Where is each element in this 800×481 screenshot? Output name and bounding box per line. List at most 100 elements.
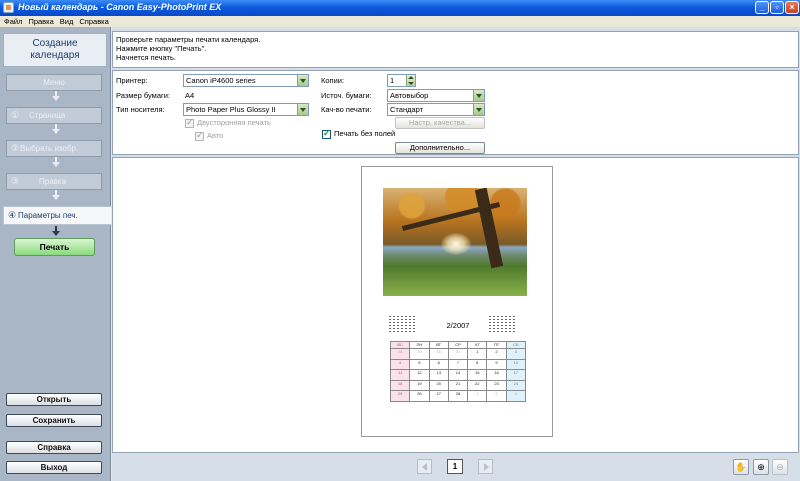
calendar-day-cell: 29 xyxy=(409,348,430,360)
printer-select[interactable]: Canon iP4600 series xyxy=(183,74,309,87)
paper-source-value: Автовыбор xyxy=(390,91,429,100)
calendar-day-cell: 25 xyxy=(389,390,411,402)
calendar-day-cell: 1 xyxy=(467,348,488,360)
save-button[interactable]: Сохранить xyxy=(6,414,102,427)
calendar-day-cell: 1 xyxy=(467,390,488,402)
step-number: ③ xyxy=(11,176,20,186)
exit-button[interactable]: Выход xyxy=(6,461,102,474)
copies-stepper[interactable]: 1 xyxy=(387,74,416,87)
main-area: Проверьте параметры печати календаря. На… xyxy=(112,27,800,481)
calendar-day-cell: 19 xyxy=(409,379,430,392)
media-type-select[interactable]: Photo Paper Plus Glossy II xyxy=(183,103,309,116)
paper-source-select[interactable]: Автовыбор xyxy=(387,89,485,102)
quality-select[interactable]: Стандарт xyxy=(387,103,485,116)
calendar-week-row: 25 26 27 28 1 2 3 xyxy=(389,390,527,402)
calendar-day-cell: 7 xyxy=(447,358,469,371)
zoom-out-icon[interactable]: ⊖ xyxy=(772,459,788,475)
chevron-left-icon[interactable] xyxy=(417,459,432,474)
calendar-day-cell: 13 xyxy=(428,369,449,381)
instructions-panel: Проверьте параметры печати календаря. На… xyxy=(112,31,799,68)
open-button[interactable]: Открыть xyxy=(6,393,102,406)
calendar-day-cell: 17 xyxy=(505,369,527,381)
print-settings-panel: Принтер: Canon iP4600 series Размер бума… xyxy=(112,70,799,155)
step-page[interactable]: ① Страница xyxy=(6,107,102,124)
chevron-down-icon[interactable] xyxy=(473,104,484,115)
borderless-label: Печать без полей xyxy=(334,129,396,138)
calendar-photo xyxy=(383,188,527,296)
menu-help[interactable]: Справка xyxy=(76,16,111,27)
maximize-button[interactable]: ▫ xyxy=(770,1,784,14)
page-number[interactable]: 1 xyxy=(447,459,463,474)
bottom-toolbar: 1 ✋ ⊕ ⊖ xyxy=(112,455,800,481)
advanced-button[interactable]: Дополнительно... xyxy=(395,142,485,154)
calendar-day-cell: 16 xyxy=(486,369,507,381)
copies-label: Копии: xyxy=(321,76,345,85)
title-bar: Новый календарь - Canon Easy-PhotoPrint … xyxy=(0,0,800,16)
weekday-header: ВТ xyxy=(428,341,449,349)
step-menu[interactable]: Меню xyxy=(6,74,102,91)
calendar-week-row: 4 5 6 7 8 9 10 xyxy=(389,358,527,371)
menu-edit[interactable]: Правка xyxy=(25,16,56,27)
copies-value: 1 xyxy=(390,76,395,85)
printer-value: Canon iP4600 series xyxy=(186,76,256,85)
spinner-icon[interactable] xyxy=(406,75,415,86)
close-button[interactable]: × xyxy=(785,1,799,14)
quality-settings-button[interactable]: Настр. качества... xyxy=(395,117,485,129)
window-title: Новый календарь - Canon Easy-PhotoPrint … xyxy=(18,2,222,12)
calendar-week-row: 28 29 30 31 1 2 3 xyxy=(389,348,527,360)
calendar-day-cell: 28 xyxy=(389,348,411,360)
calendar-week-row: 11 12 13 14 15 16 17 xyxy=(389,369,527,381)
calendar-day-cell: 30 xyxy=(428,348,449,360)
weekday-header-row: ВС ПН ВТ СР ЧТ ПТ СБ xyxy=(389,341,527,349)
print-button[interactable]: Печать xyxy=(14,238,95,256)
step-arrow xyxy=(52,190,60,200)
duplex-checkbox[interactable] xyxy=(185,117,194,128)
calendar-day-cell: 5 xyxy=(409,358,430,371)
weekday-header: ЧТ xyxy=(467,341,488,349)
sidebar-title-line2: календаря xyxy=(30,50,80,61)
calendar-day-cell: 26 xyxy=(409,390,430,402)
calendar-day-cell: 22 xyxy=(467,379,488,392)
media-type-label: Тип носителя: xyxy=(116,105,165,114)
preview-area: 2/2007 ВС ПН ВТ СР ЧТ ПТ СБ 28 29 30 31 1 2 3 4 5 6 7 8 9 10… xyxy=(112,157,799,453)
menu-view[interactable]: Вид xyxy=(57,16,77,27)
menu-file[interactable]: Файл xyxy=(1,16,25,27)
step-select-images[interactable]: ② Выбрать изобр. xyxy=(6,140,102,157)
step-print-settings[interactable]: ④ Параметры печ. xyxy=(3,206,111,225)
step-edit-label: Правка xyxy=(39,177,67,186)
calendar-day-cell: 15 xyxy=(467,369,488,381)
chevron-down-icon[interactable] xyxy=(297,75,308,86)
paper-size-label: Размер бумаги: xyxy=(116,91,170,100)
quality-label: Кач-во печати: xyxy=(321,105,372,114)
step-arrow xyxy=(52,91,60,101)
calendar-day-cell: 2 xyxy=(486,348,507,360)
calendar-day-cell: 24 xyxy=(505,379,527,392)
help-button[interactable]: Справка xyxy=(6,441,102,454)
calendar-page-preview: 2/2007 ВС ПН ВТ СР ЧТ ПТ СБ 28 29 30 31 1 2 3 4 5 6 7 8 9 10… xyxy=(361,166,553,437)
chevron-down-icon[interactable] xyxy=(473,90,484,101)
borderless-checkbox[interactable] xyxy=(322,128,331,139)
step-number: ② xyxy=(11,143,20,153)
step-arrow xyxy=(52,157,60,167)
sidebar-title-line1: Создание xyxy=(32,38,78,49)
chevron-down-icon[interactable] xyxy=(297,104,308,115)
hand-icon[interactable]: ✋ xyxy=(733,459,749,475)
step-edit[interactable]: ③ Правка xyxy=(6,173,102,190)
calendar-day-cell: 10 xyxy=(505,358,527,371)
zoom-in-icon[interactable]: ⊕ xyxy=(753,459,769,475)
auto-checkbox[interactable] xyxy=(195,130,204,141)
step-number: ① xyxy=(11,110,20,120)
minimize-button[interactable]: _ xyxy=(755,1,769,14)
paper-source-label: Источ. бумаги: xyxy=(321,91,372,100)
calendar-week-row: 18 19 20 21 22 23 24 xyxy=(389,379,527,392)
weekday-header: ПТ xyxy=(486,341,507,349)
duplex-label: Двусторонняя печать xyxy=(197,118,271,127)
step-print-settings-label: Параметры печ. xyxy=(18,211,78,220)
calendar-day-cell: 21 xyxy=(447,379,469,392)
quality-value: Стандарт xyxy=(390,105,424,114)
step-menu-label: Меню xyxy=(43,78,65,87)
media-type-value: Photo Paper Plus Glossy II xyxy=(186,105,276,114)
chevron-right-icon[interactable] xyxy=(478,459,493,474)
step-arrow xyxy=(52,226,60,236)
calendar-day-cell: 27 xyxy=(428,390,449,402)
